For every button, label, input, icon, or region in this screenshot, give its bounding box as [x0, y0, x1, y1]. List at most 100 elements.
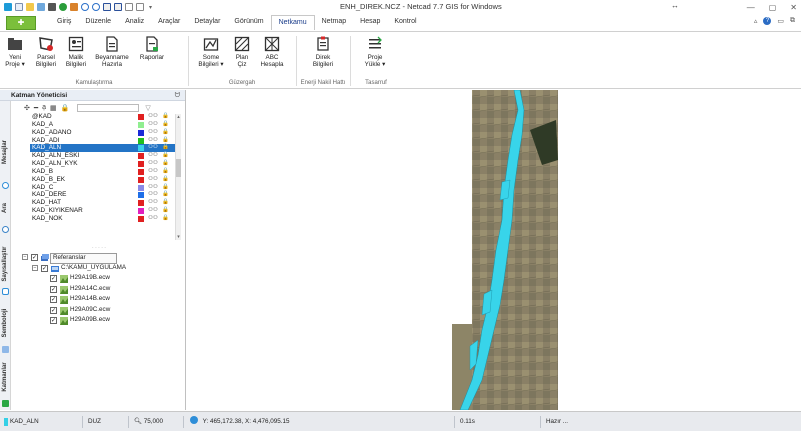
lock-icon[interactable]: 🔒 [162, 129, 169, 137]
layer-row[interactable]: KAD_ALN ⚇⚇ 🔒 [30, 144, 180, 153]
visibility-icon[interactable]: ⚇⚇ [148, 144, 158, 152]
layer-grid-icon[interactable]: ▦ [50, 104, 57, 112]
yeni-proje-button[interactable]: Yeni Proje ▾ [2, 36, 28, 68]
tab-hesap[interactable]: Hesap [353, 15, 387, 29]
status-mode[interactable]: DUZ [88, 416, 101, 428]
filter-icon[interactable]: ▽ [145, 104, 150, 112]
tree-row-folder[interactable]: − ✓ C:\KAMU_UYGULAMA [30, 263, 180, 274]
vtab-ara[interactable]: Ara [0, 195, 11, 223]
collapse-ribbon-icon[interactable]: ▵ [754, 17, 758, 25]
some-bilgileri-button[interactable]: Some Bilgileri ▾ [194, 36, 228, 68]
zoom-window-icon[interactable] [136, 3, 144, 11]
tab-kontrol[interactable]: Kontrol [387, 15, 423, 29]
layer-row[interactable]: KAD_ADI ⚇⚇ 🔒 [30, 137, 180, 145]
layer-color-swatch[interactable] [138, 145, 144, 152]
layer-color-swatch[interactable] [138, 192, 144, 199]
file-checkbox[interactable]: ✓ [50, 285, 57, 293]
new-file-icon[interactable] [15, 3, 23, 11]
visibility-icon[interactable]: ⚇⚇ [148, 191, 158, 199]
vtab-sayisallastir[interactable]: Sayısallaştır [0, 241, 11, 291]
lock-icon[interactable]: 🔒 [162, 152, 169, 160]
file-checkbox[interactable]: ✓ [50, 317, 57, 324]
tab-giri-[interactable]: Giriş [50, 15, 78, 29]
tab-detaylar[interactable]: Detaylar [187, 15, 227, 29]
vtab-mesajlar[interactable]: Mesajlar [0, 129, 11, 179]
tree-row-file[interactable]: ✓ H29A14C.ecw [30, 284, 180, 295]
tree-row-file[interactable]: ✓ H29A09B.ecw [30, 315, 180, 326]
layer-color-swatch[interactable] [138, 208, 144, 215]
beyanname-hazirla-button[interactable]: Beyanname Hazırla [92, 36, 132, 68]
zoom-extent-icon[interactable] [125, 3, 133, 11]
lock-icon[interactable]: 🔒 [162, 168, 169, 176]
lock-icon[interactable]: 🔒 [162, 113, 169, 121]
layer-row[interactable]: @KAD ⚇⚇ 🔒 [30, 113, 180, 121]
layer-color-swatch[interactable] [138, 184, 144, 191]
close-button[interactable]: ✕ [790, 3, 797, 12]
undo-icon[interactable] [81, 3, 89, 11]
tab-ara-lar[interactable]: Araçlar [151, 15, 187, 29]
vtab-semboloji[interactable]: Semboloji [0, 305, 11, 345]
tab-analiz[interactable]: Analiz [118, 15, 151, 29]
layer-row[interactable]: KAD_B_EK ⚇⚇ 🔒 [30, 176, 180, 184]
proje-yukle-button[interactable]: Proje Yükle ▾ [360, 36, 390, 68]
lock-icon[interactable]: 🔒 [162, 207, 169, 215]
tab-g-r-n-m[interactable]: Görünüm [227, 15, 270, 29]
layer-color-swatch[interactable] [138, 168, 144, 175]
layer-color-swatch[interactable] [138, 200, 144, 207]
layer-color-swatch[interactable] [138, 176, 144, 183]
app-menu-button[interactable]: ✚ [6, 15, 36, 30]
visibility-icon[interactable]: ⚇⚇ [148, 152, 158, 160]
layer-color-swatch[interactable] [138, 129, 144, 136]
lock-icon[interactable]: 🔒 [162, 199, 169, 207]
status-layer[interactable]: KAD_ALN [10, 416, 39, 428]
layer-list-scrollbar[interactable]: ▴ ▾ [175, 114, 181, 240]
tree-row-referanslar[interactable]: − ✓ Referanslar [22, 252, 180, 264]
layer-color-swatch[interactable] [138, 153, 144, 160]
tab-netkamu[interactable]: Netkamu [270, 15, 315, 30]
restore-doc-icon[interactable]: ⧉ [790, 17, 795, 25]
layer-color-swatch[interactable] [138, 137, 144, 144]
visibility-icon[interactable]: ⚇⚇ [148, 129, 158, 137]
plan-ciz-button[interactable]: Plan Çiz [230, 36, 254, 68]
help-icon[interactable]: ? [763, 17, 772, 25]
lock-icon[interactable]: 🔒 [162, 121, 169, 129]
pin-icon[interactable]: ᗢ [175, 90, 180, 101]
tab-d-zenle[interactable]: Düzenle [78, 15, 118, 29]
file-checkbox[interactable]: ✓ [50, 275, 57, 282]
layer-color-swatch[interactable] [138, 121, 144, 128]
layer-row[interactable]: KAD_HAT ⚇⚇ 🔒 [30, 199, 180, 207]
lock-icon[interactable]: 🔒 [162, 160, 169, 168]
layer-search-input[interactable] [77, 103, 140, 112]
layer-color-swatch[interactable] [138, 161, 144, 168]
visibility-icon[interactable]: ⚇⚇ [148, 176, 158, 184]
visibility-icon[interactable]: ⚇⚇ [148, 137, 158, 145]
print-icon[interactable] [48, 3, 56, 11]
visibility-icon[interactable]: ⚇⚇ [148, 168, 158, 176]
layer-color-swatch[interactable] [138, 114, 144, 120]
open-folder-icon[interactable] [26, 3, 34, 11]
visibility-icon[interactable]: ⚇⚇ [148, 184, 158, 192]
minimize-button[interactable]: — [747, 3, 755, 12]
save-icon[interactable] [37, 3, 45, 11]
tree-row-file[interactable]: ✓ H29A19B.ecw [30, 273, 180, 284]
visibility-icon[interactable]: ⚇⚇ [148, 121, 158, 129]
visibility-icon[interactable]: ⚇⚇ [148, 207, 158, 215]
scroll-up-icon[interactable]: ▴ [176, 114, 181, 120]
tab-netmap[interactable]: Netmap [315, 15, 354, 29]
lock-icon[interactable]: 🔒 [162, 176, 169, 184]
window-icon[interactable] [114, 3, 122, 11]
layer-row[interactable]: KAD_B ⚇⚇ 🔒 [30, 168, 180, 176]
minimize-ribbon-icon[interactable]: ▭ [777, 17, 784, 25]
raporlar-button[interactable]: Raporlar [134, 36, 170, 61]
tools-icon[interactable] [70, 3, 78, 11]
referanslar-checkbox[interactable]: ✓ [31, 254, 38, 261]
visibility-icon[interactable]: ⚇⚇ [148, 215, 158, 223]
visibility-icon[interactable]: ⚇⚇ [148, 160, 158, 168]
layer-lock-icon[interactable]: 🔒 [61, 104, 70, 112]
resize-arrows-icon[interactable]: ↔ [671, 1, 679, 10]
grid-icon[interactable] [103, 3, 111, 11]
layers-icon[interactable] [0, 399, 11, 409]
layer-row[interactable]: KAD_C ⚇⚇ 🔒 [30, 184, 180, 192]
satellite-map-image[interactable] [452, 90, 558, 410]
file-checkbox[interactable]: ✓ [50, 296, 57, 303]
